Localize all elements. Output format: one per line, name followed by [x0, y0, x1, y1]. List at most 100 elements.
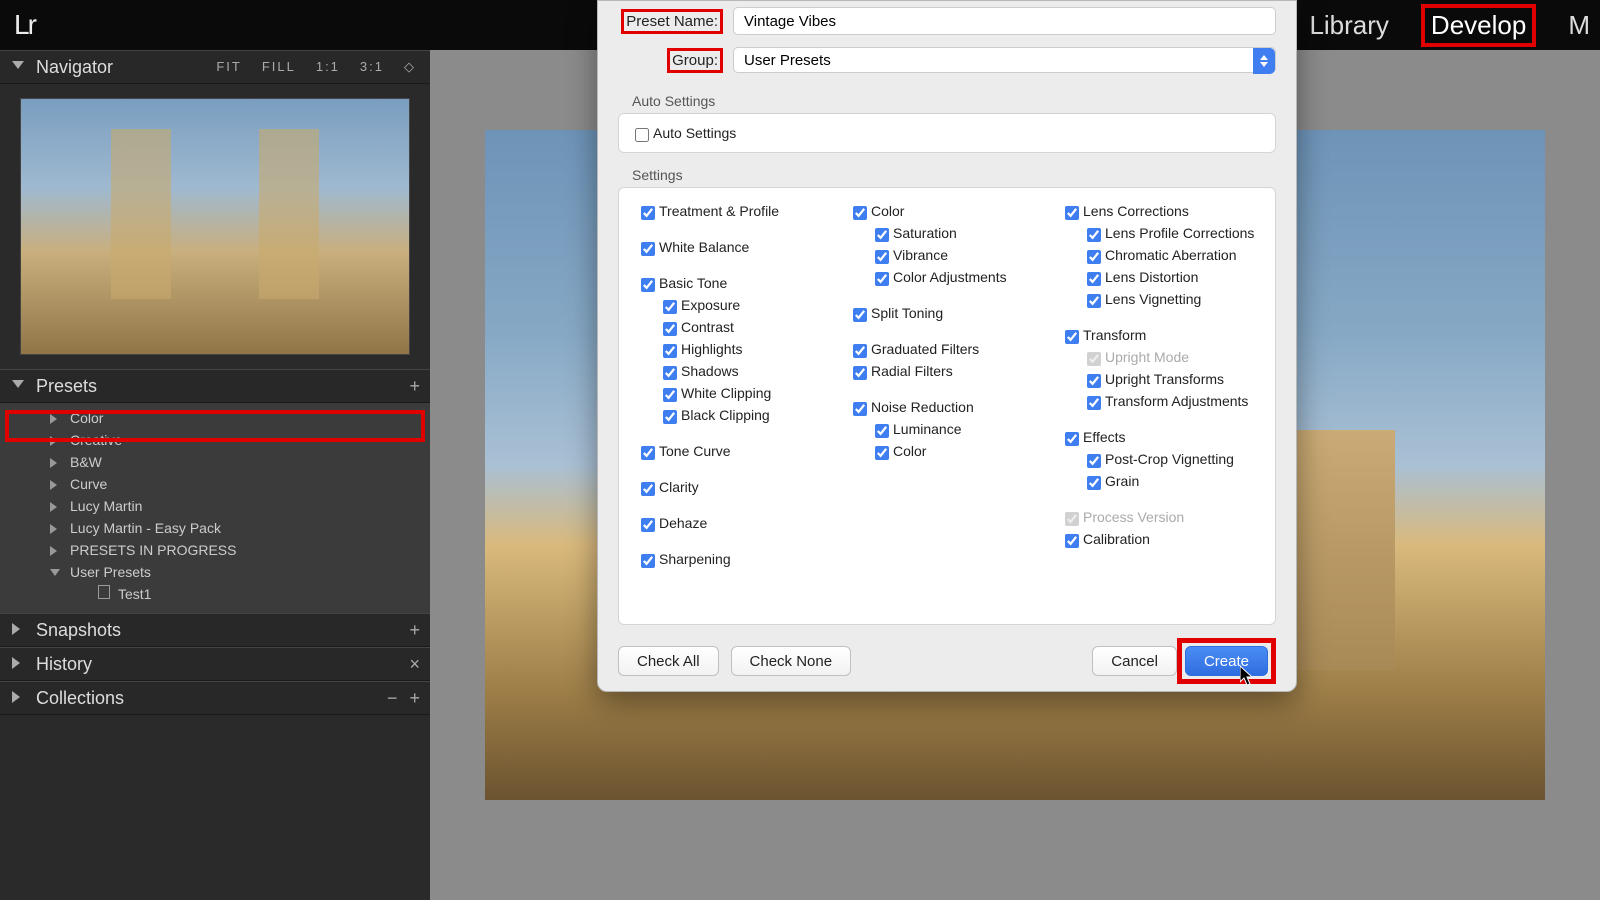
ck-noise-lum[interactable]: Luminance [847, 418, 1047, 440]
ck-color[interactable]: Color [847, 200, 1047, 222]
auto-settings-checkbox[interactable]: Auto Settings [629, 122, 1265, 144]
tab-extra[interactable]: M [1568, 10, 1590, 41]
lightroom-logo: Lr [0, 9, 49, 41]
ck-transform[interactable]: Transform [1059, 324, 1259, 346]
add-snapshot-button[interactable]: + [409, 614, 420, 646]
group-dropdown-button[interactable] [1253, 48, 1275, 74]
chevron-right-icon [50, 458, 57, 468]
settings-box: Treatment & Profile White Balance Basic … [618, 187, 1276, 625]
ck-whitebalance[interactable]: White Balance [635, 236, 835, 258]
ck-trans-adj[interactable]: Transform Adjustments [1059, 390, 1259, 412]
history-title: History [36, 654, 92, 674]
ck-clarity[interactable]: Clarity [635, 476, 835, 498]
ck-vibrance[interactable]: Vibrance [847, 244, 1047, 266]
create-preset-dialog: Preset Name: Group: Auto Settings Auto S… [597, 0, 1297, 692]
group-label: Group: [608, 48, 733, 73]
preset-icon [98, 585, 110, 599]
navigator-zoom-picker[interactable]: FIT FILL 1:1 3:1 ◇ [212, 51, 420, 83]
ck-grain[interactable]: Grain [1059, 470, 1259, 492]
panel-presets[interactable]: Presets + [0, 369, 430, 403]
preset-group[interactable]: Color [36, 407, 430, 429]
ck-process-version: Process Version [1059, 506, 1259, 528]
group-select[interactable] [733, 47, 1276, 73]
navigator-title: Navigator [36, 57, 113, 77]
ck-treatment[interactable]: Treatment & Profile [635, 200, 835, 222]
panel-collections[interactable]: Collections − + [0, 681, 430, 715]
preset-item[interactable]: Test1 [36, 583, 430, 605]
ck-gradfilt[interactable]: Graduated Filters [847, 338, 1047, 360]
zoom-fill[interactable]: FILL [258, 51, 300, 83]
preset-group[interactable]: Lucy Martin - Easy Pack [36, 517, 430, 539]
settings-title: Settings [598, 153, 1296, 187]
zoom-1to1[interactable]: 1:1 [312, 51, 344, 83]
chevron-right-icon [50, 436, 57, 446]
add-preset-button[interactable]: + [409, 370, 420, 402]
left-panel: Navigator FIT FILL 1:1 3:1 ◇ Presets + C… [0, 50, 430, 900]
panel-history[interactable]: History × [0, 647, 430, 681]
chevron-right-icon [50, 414, 57, 424]
clear-history-button[interactable]: × [409, 648, 420, 680]
chevron-updown-icon[interactable]: ◇ [400, 51, 420, 83]
preset-group[interactable]: PRESETS IN PROGRESS [36, 539, 430, 561]
ck-effects[interactable]: Effects [1059, 426, 1259, 448]
preset-name-label: Preset Name: [608, 9, 733, 34]
panel-navigator[interactable]: Navigator FIT FILL 1:1 3:1 ◇ [0, 50, 430, 84]
settings-col-1: Treatment & Profile White Balance Basic … [629, 196, 841, 616]
ck-shadows[interactable]: Shadows [635, 360, 835, 382]
panel-snapshots[interactable]: Snapshots + [0, 613, 430, 647]
ck-noise[interactable]: Noise Reduction [847, 396, 1047, 418]
ck-highlights[interactable]: Highlights [635, 338, 835, 360]
ck-contrast[interactable]: Contrast [635, 316, 835, 338]
preset-group[interactable]: User Presets [36, 561, 430, 583]
ck-lens-profile[interactable]: Lens Profile Corrections [1059, 222, 1259, 244]
preset-name-input[interactable] [733, 7, 1276, 35]
tab-develop[interactable]: Develop [1431, 10, 1526, 41]
ck-sharpen[interactable]: Sharpening [635, 548, 835, 570]
preset-group[interactable]: Curve [36, 473, 430, 495]
chevron-down-icon [12, 380, 24, 388]
zoom-3to1[interactable]: 3:1 [356, 51, 388, 83]
navigator-preview[interactable] [20, 98, 410, 355]
check-all-button[interactable]: Check All [618, 646, 719, 676]
preset-group[interactable]: B&W [36, 451, 430, 473]
ck-upright-mode: Upright Mode [1059, 346, 1259, 368]
check-none-button[interactable]: Check None [731, 646, 852, 676]
ck-radfilt[interactable]: Radial Filters [847, 360, 1047, 382]
add-collection-button[interactable]: + [409, 682, 420, 714]
collections-title: Collections [36, 688, 124, 708]
presets-title: Presets [36, 376, 97, 396]
cancel-button[interactable]: Cancel [1092, 646, 1177, 676]
ck-lens[interactable]: Lens Corrections [1059, 200, 1259, 222]
auto-settings-title: Auto Settings [598, 79, 1296, 113]
chevron-right-icon [12, 623, 20, 635]
remove-collection-button[interactable]: − [387, 682, 398, 714]
chevron-right-icon [50, 480, 57, 490]
ck-dehaze[interactable]: Dehaze [635, 512, 835, 534]
chevron-right-icon [50, 546, 57, 556]
ck-splittone[interactable]: Split Toning [847, 302, 1047, 324]
ck-whiteclip[interactable]: White Clipping [635, 382, 835, 404]
ck-blackclip[interactable]: Black Clipping [635, 404, 835, 426]
ck-upright-trans[interactable]: Upright Transforms [1059, 368, 1259, 390]
chevron-right-icon [50, 524, 57, 534]
ck-lens-dist[interactable]: Lens Distortion [1059, 266, 1259, 288]
chevron-down-icon [12, 61, 24, 69]
ck-lens-vig[interactable]: Lens Vignetting [1059, 288, 1259, 310]
ck-exposure[interactable]: Exposure [635, 294, 835, 316]
ck-coloradj[interactable]: Color Adjustments [847, 266, 1047, 288]
ck-saturation[interactable]: Saturation [847, 222, 1047, 244]
tab-library[interactable]: Library [1309, 10, 1388, 41]
zoom-fit[interactable]: FIT [212, 51, 246, 83]
ck-tonecurve[interactable]: Tone Curve [635, 440, 835, 462]
preset-group[interactable]: Lucy Martin [36, 495, 430, 517]
chevron-right-icon [50, 502, 57, 512]
chevron-down-icon [50, 569, 60, 576]
preset-group[interactable]: Creative [36, 429, 430, 451]
ck-noise-color[interactable]: Color [847, 440, 1047, 462]
ck-postcrop-vig[interactable]: Post-Crop Vignetting [1059, 448, 1259, 470]
cursor-icon [1240, 666, 1256, 688]
ck-lens-chrom[interactable]: Chromatic Aberration [1059, 244, 1259, 266]
ck-basictone[interactable]: Basic Tone [635, 272, 835, 294]
ck-calibration[interactable]: Calibration [1059, 528, 1259, 550]
module-tabs: Library Develop M [1309, 4, 1600, 47]
